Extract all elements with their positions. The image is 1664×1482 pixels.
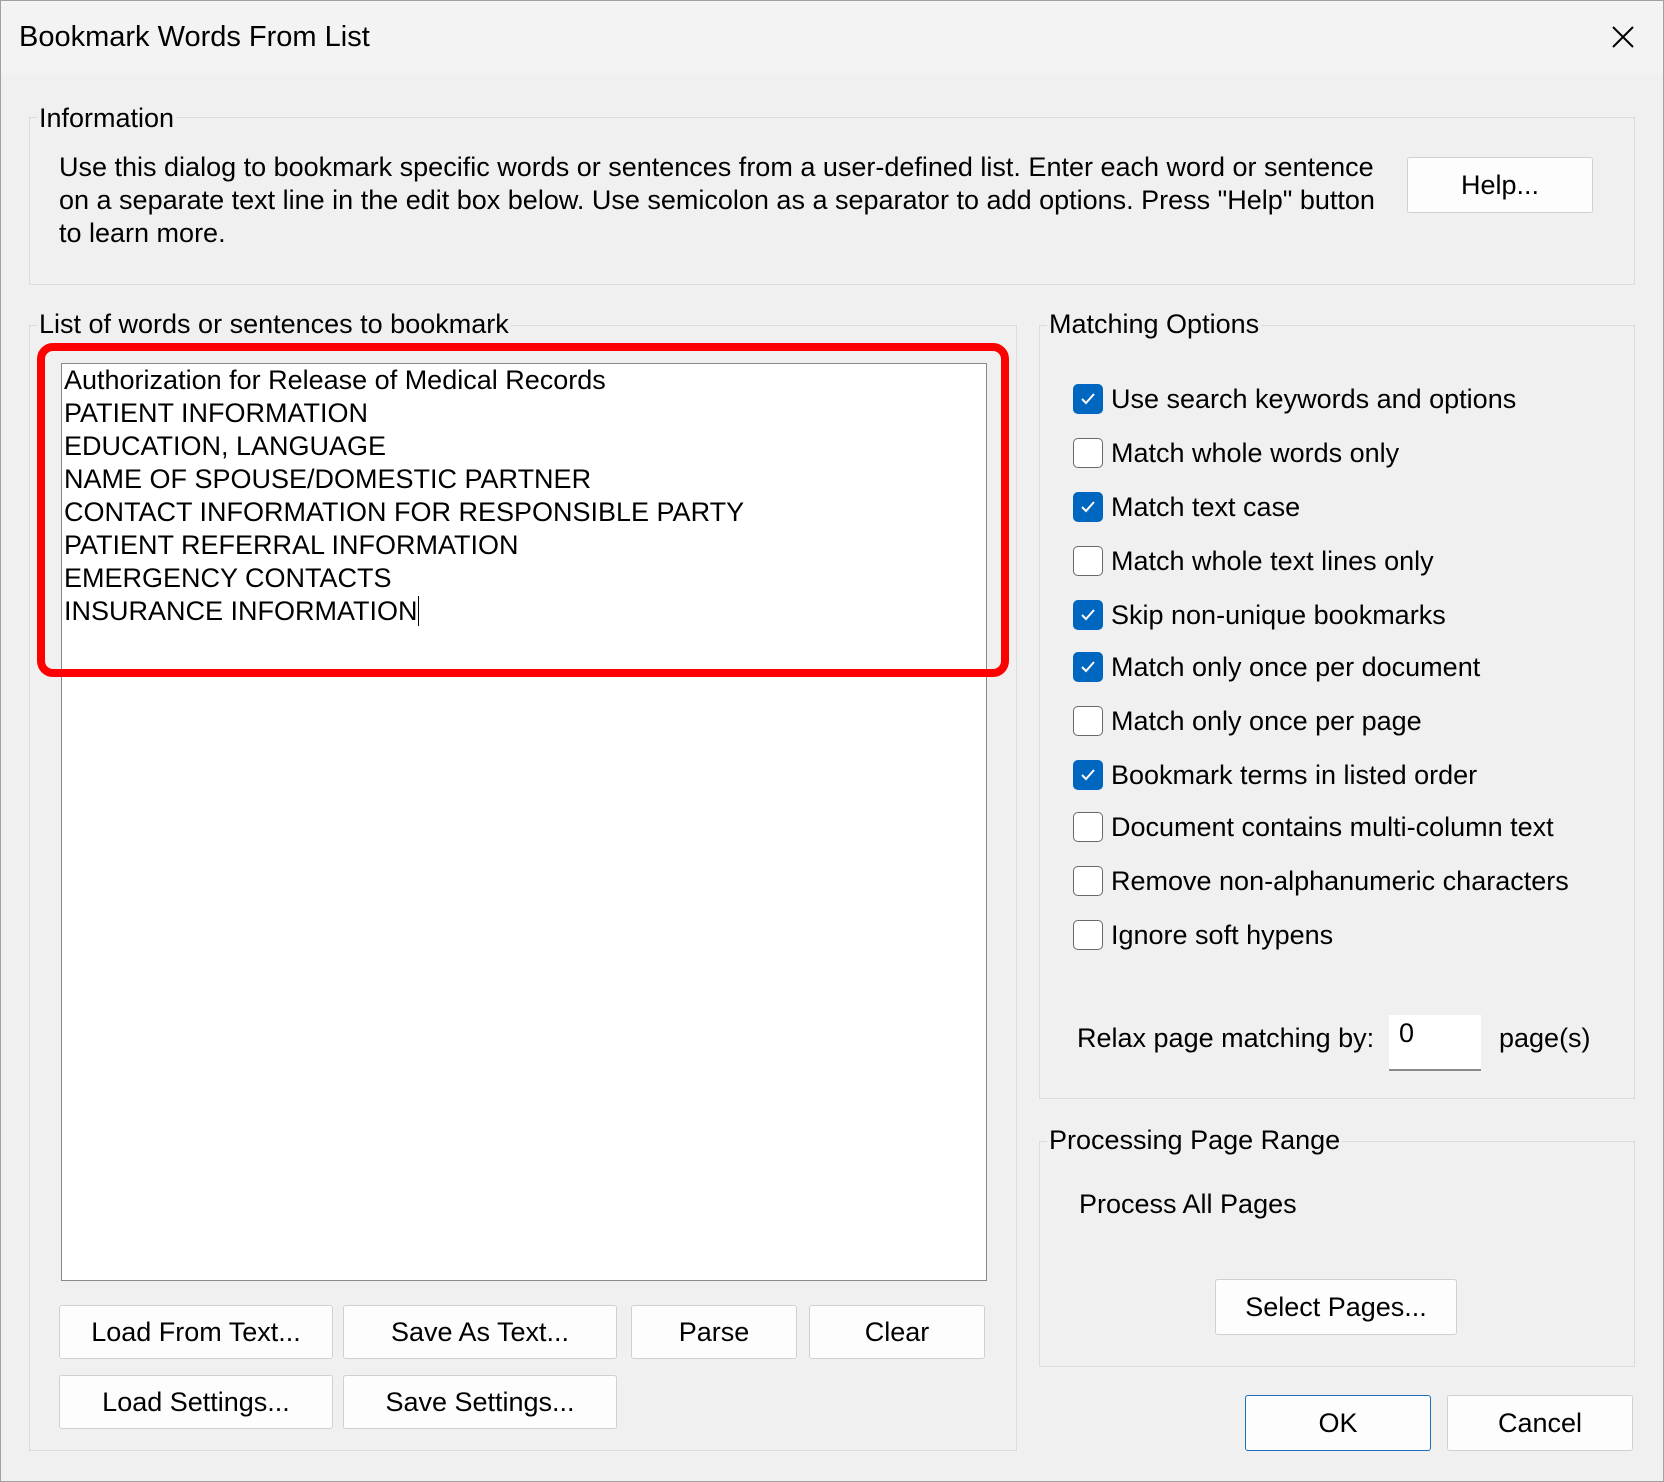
checkbox[interactable] bbox=[1073, 706, 1103, 736]
save-settings-button[interactable]: Save Settings... bbox=[343, 1375, 617, 1429]
ok-button[interactable]: OK bbox=[1245, 1395, 1431, 1451]
word-list-editbox[interactable]: Authorization for Release of Medical Rec… bbox=[61, 363, 987, 1281]
matching-options-label: Matching Options bbox=[1047, 309, 1262, 340]
information-text: Use this dialog to bookmark specific wor… bbox=[59, 152, 1375, 248]
save-as-text-button[interactable]: Save As Text... bbox=[343, 1305, 617, 1359]
option-label: Match whole text lines only bbox=[1111, 545, 1434, 576]
option-match-whole-lines[interactable]: Match whole text lines only bbox=[1073, 543, 1434, 579]
option-listed-order[interactable]: Bookmark terms in listed order bbox=[1073, 757, 1477, 793]
page-range-value: Process All Pages bbox=[1079, 1189, 1297, 1219]
option-match-text-case[interactable]: Match text case bbox=[1073, 489, 1300, 525]
load-settings-button[interactable]: Load Settings... bbox=[59, 1375, 333, 1429]
checkbox[interactable] bbox=[1073, 438, 1103, 468]
dialog-title: Bookmark Words From List bbox=[19, 21, 370, 53]
relax-unit-label: page(s) bbox=[1499, 1023, 1591, 1053]
word-list-line: EMERGENCY CONTACTS bbox=[64, 563, 392, 593]
option-label: Match text case bbox=[1111, 491, 1301, 522]
checkbox[interactable] bbox=[1073, 652, 1103, 682]
word-list-label: List of words or sentences to bookmark bbox=[37, 309, 511, 340]
option-label: Document contains multi-column text bbox=[1111, 811, 1554, 842]
checkmark-icon bbox=[1081, 501, 1095, 513]
word-list-line: PATIENT INFORMATION bbox=[64, 398, 369, 428]
option-remove-non-alphanumeric[interactable]: Remove non-alphanumeric characters bbox=[1073, 863, 1569, 899]
option-label: Remove non-alphanumeric characters bbox=[1111, 865, 1569, 896]
option-label: Skip non-unique bookmarks bbox=[1111, 599, 1446, 630]
word-list-line: NAME OF SPOUSE/DOMESTIC PARTNER bbox=[64, 464, 592, 494]
option-multi-column[interactable]: Document contains multi-column text bbox=[1073, 809, 1554, 845]
close-button[interactable] bbox=[1591, 1, 1655, 73]
load-from-text-button[interactable]: Load From Text... bbox=[59, 1305, 333, 1359]
close-icon bbox=[1612, 26, 1634, 48]
option-label: Use search keywords and options bbox=[1111, 383, 1517, 414]
title-bar: Bookmark Words From List bbox=[1, 1, 1663, 73]
checkbox[interactable] bbox=[1073, 600, 1103, 630]
cancel-button[interactable]: Cancel bbox=[1447, 1395, 1633, 1451]
option-ignore-soft-hyphens[interactable]: Ignore soft hypens bbox=[1073, 917, 1333, 953]
option-label: Match whole words only bbox=[1111, 437, 1400, 468]
checkbox[interactable] bbox=[1073, 812, 1103, 842]
word-list-line: INSURANCE INFORMATION bbox=[64, 596, 418, 626]
word-list-line: Authorization for Release of Medical Rec… bbox=[64, 365, 606, 395]
checkbox[interactable] bbox=[1073, 546, 1103, 576]
option-label: Ignore soft hypens bbox=[1111, 919, 1334, 950]
relax-matching-input[interactable] bbox=[1389, 1015, 1481, 1071]
option-match-whole-words[interactable]: Match whole words only bbox=[1073, 435, 1399, 471]
parse-button[interactable]: Parse bbox=[631, 1305, 797, 1359]
option-once-per-document[interactable]: Match only once per document bbox=[1073, 649, 1480, 685]
checkmark-icon bbox=[1081, 609, 1095, 621]
checkmark-icon bbox=[1081, 661, 1095, 673]
option-use-search-keywords[interactable]: Use search keywords and options bbox=[1073, 381, 1516, 417]
word-list-line: CONTACT INFORMATION FOR RESPONSIBLE PART… bbox=[64, 497, 745, 527]
information-label: Information bbox=[37, 103, 177, 134]
checkbox[interactable] bbox=[1073, 492, 1103, 522]
word-list-line: PATIENT REFERRAL INFORMATION bbox=[64, 530, 519, 560]
checkbox[interactable] bbox=[1073, 384, 1103, 414]
option-once-per-page[interactable]: Match only once per page bbox=[1073, 703, 1422, 739]
clear-button[interactable]: Clear bbox=[809, 1305, 985, 1359]
option-label: Match only once per page bbox=[1111, 705, 1422, 736]
option-label: Bookmark terms in listed order bbox=[1111, 759, 1478, 790]
relax-matching-label: Relax page matching by: bbox=[1077, 1023, 1375, 1053]
select-pages-button[interactable]: Select Pages... bbox=[1215, 1279, 1457, 1335]
page-range-label: Processing Page Range bbox=[1047, 1125, 1343, 1156]
word-list-line: EDUCATION, LANGUAGE bbox=[64, 431, 387, 461]
help-button[interactable]: Help... bbox=[1407, 157, 1593, 213]
checkbox[interactable] bbox=[1073, 866, 1103, 896]
word-list-line-last: INSURANCE INFORMATION bbox=[62, 595, 986, 628]
checkmark-icon bbox=[1081, 769, 1095, 781]
option-skip-non-unique[interactable]: Skip non-unique bookmarks bbox=[1073, 597, 1446, 633]
dialog-window: Bookmark Words From List Information Use… bbox=[0, 0, 1664, 1482]
checkbox[interactable] bbox=[1073, 920, 1103, 950]
option-label: Match only once per document bbox=[1111, 651, 1481, 682]
checkbox[interactable] bbox=[1073, 760, 1103, 790]
checkmark-icon bbox=[1081, 393, 1095, 405]
text-caret bbox=[417, 596, 419, 626]
